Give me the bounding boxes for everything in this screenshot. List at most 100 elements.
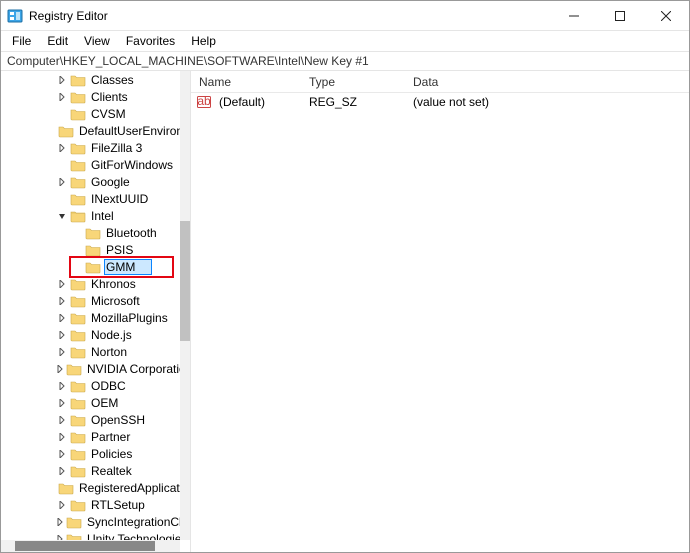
tree-item[interactable]: FileZilla 3 xyxy=(1,139,180,156)
expand-icon[interactable] xyxy=(56,399,68,407)
tree-item[interactable]: MozillaPlugins xyxy=(1,309,180,326)
col-header-data[interactable]: Data xyxy=(405,72,689,92)
menu-view[interactable]: View xyxy=(77,32,117,50)
address-bar[interactable]: Computer\HKEY_LOCAL_MACHINE\SOFTWARE\Int… xyxy=(1,51,689,71)
tree-item[interactable]: Intel xyxy=(1,207,180,224)
tree-hscroll-thumb[interactable] xyxy=(15,541,155,551)
rename-input[interactable] xyxy=(104,259,152,275)
folder-icon xyxy=(66,532,82,541)
string-value-icon: ab xyxy=(197,95,211,109)
tree-item[interactable]: Google xyxy=(1,173,180,190)
value-name: (Default) xyxy=(211,95,301,109)
folder-icon xyxy=(70,345,86,359)
tree-item[interactable] xyxy=(1,258,180,275)
tree-item[interactable]: RTLSetup xyxy=(1,496,180,513)
minimize-button[interactable] xyxy=(551,1,597,31)
expand-icon[interactable] xyxy=(56,178,68,186)
tree-item-label: DefaultUserEnvironm xyxy=(77,124,180,138)
tree-item[interactable]: Node.js xyxy=(1,326,180,343)
expand-icon[interactable] xyxy=(56,314,68,322)
tree-item[interactable]: GitForWindows xyxy=(1,156,180,173)
tree-item[interactable]: Unity Technologies xyxy=(1,530,180,540)
menu-help[interactable]: Help xyxy=(184,32,223,50)
expand-icon[interactable] xyxy=(56,467,68,475)
tree-item[interactable]: OEM xyxy=(1,394,180,411)
regedit-icon xyxy=(7,8,23,24)
tree-item[interactable]: Bluetooth xyxy=(1,224,180,241)
tree-item[interactable]: Policies xyxy=(1,445,180,462)
folder-icon xyxy=(70,328,86,342)
tree-item[interactable]: ODBC xyxy=(1,377,180,394)
tree-item[interactable]: SyncIntegrationClient xyxy=(1,513,180,530)
col-header-type[interactable]: Type xyxy=(301,72,405,92)
folder-icon xyxy=(70,192,86,206)
tree-item[interactable]: Partner xyxy=(1,428,180,445)
tree-item-label: SyncIntegrationClient xyxy=(85,515,180,529)
expand-icon[interactable] xyxy=(56,365,64,373)
folder-icon xyxy=(85,260,101,274)
tree-item[interactable]: Microsoft xyxy=(1,292,180,309)
tree-item-label: Microsoft xyxy=(89,294,142,308)
folder-icon xyxy=(70,141,86,155)
tree-item[interactable]: Norton xyxy=(1,343,180,360)
tree-item-label: Policies xyxy=(89,447,134,461)
folder-icon xyxy=(70,413,86,427)
expand-icon[interactable] xyxy=(56,144,68,152)
tree-item[interactable]: INextUUID xyxy=(1,190,180,207)
tree-item[interactable]: NVIDIA Corporation xyxy=(1,360,180,377)
tree-item-label: Norton xyxy=(89,345,129,359)
value-row[interactable]: ab(Default)REG_SZ(value not set) xyxy=(191,93,689,111)
tree-item-label: NVIDIA Corporation xyxy=(85,362,180,376)
expand-icon[interactable] xyxy=(56,518,64,526)
tree-item-label: Partner xyxy=(89,430,132,444)
folder-icon xyxy=(70,498,86,512)
menu-edit[interactable]: Edit xyxy=(40,32,75,50)
annotation-highlight xyxy=(69,256,174,278)
tree-hscrollbar[interactable] xyxy=(1,540,180,552)
menu-favorites[interactable]: Favorites xyxy=(119,32,182,50)
expand-icon[interactable] xyxy=(56,280,68,288)
collapse-icon[interactable] xyxy=(56,212,68,220)
folder-icon xyxy=(70,175,86,189)
folder-icon xyxy=(66,515,82,529)
expand-icon[interactable] xyxy=(56,416,68,424)
folder-icon xyxy=(70,209,86,223)
maximize-button[interactable] xyxy=(597,1,643,31)
tree-item-label: CVSM xyxy=(89,107,128,121)
tree-item[interactable]: RegisteredApplication xyxy=(1,479,180,496)
expand-icon[interactable] xyxy=(56,297,68,305)
expand-icon[interactable] xyxy=(56,382,68,390)
tree-item-label: ODBC xyxy=(89,379,128,393)
tree-vscrollbar[interactable] xyxy=(180,71,190,540)
tree-item-label: Bluetooth xyxy=(104,226,159,240)
expand-icon[interactable] xyxy=(56,433,68,441)
tree-item-label: FileZilla 3 xyxy=(89,141,144,155)
tree-item-label: OpenSSH xyxy=(89,413,147,427)
folder-icon xyxy=(66,362,82,376)
tree-item[interactable]: DefaultUserEnvironm xyxy=(1,122,180,139)
tree-item[interactable]: CVSM xyxy=(1,105,180,122)
tree-item[interactable]: Khronos xyxy=(1,275,180,292)
expand-icon[interactable] xyxy=(56,76,68,84)
tree-item[interactable]: OpenSSH xyxy=(1,411,180,428)
value-data: (value not set) xyxy=(405,95,689,109)
tree-vscroll-thumb[interactable] xyxy=(180,221,190,341)
expand-icon[interactable] xyxy=(56,501,68,509)
tree-item-label: Unity Technologies xyxy=(85,532,180,541)
tree-item[interactable]: Clients xyxy=(1,88,180,105)
expand-icon[interactable] xyxy=(56,93,68,101)
titlebar: Registry Editor xyxy=(1,1,689,31)
menu-file[interactable]: File xyxy=(5,32,38,50)
list-header: Name Type Data xyxy=(191,71,689,93)
tree-item[interactable]: Realtek xyxy=(1,462,180,479)
close-button[interactable] xyxy=(643,1,689,31)
tree-item-label: RegisteredApplication xyxy=(77,481,180,495)
folder-icon xyxy=(70,107,86,121)
tree-item-label: Intel xyxy=(89,209,116,223)
expand-icon[interactable] xyxy=(56,331,68,339)
folder-icon xyxy=(85,226,101,240)
expand-icon[interactable] xyxy=(56,450,68,458)
col-header-name[interactable]: Name xyxy=(191,72,301,92)
expand-icon[interactable] xyxy=(56,348,68,356)
tree-item[interactable]: Classes xyxy=(1,71,180,88)
